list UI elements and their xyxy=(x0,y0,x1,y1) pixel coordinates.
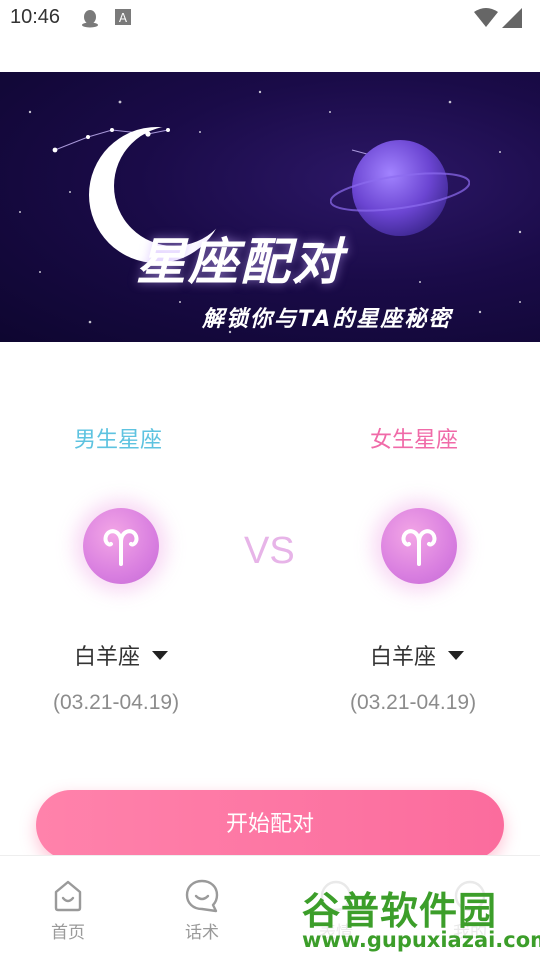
watermark-text: 谷普软件园 xyxy=(302,889,498,933)
qq-icon xyxy=(82,10,98,28)
status-bar: 10:46 A xyxy=(0,0,540,36)
male-sign-range: (03.21-04.19) xyxy=(53,691,180,714)
vs-label: VS xyxy=(244,530,295,572)
home-smile-icon xyxy=(54,880,82,912)
tab-home-label: 首页 xyxy=(51,923,85,943)
banner: 星座配对 解锁你与TA的星座秘密 xyxy=(0,72,540,342)
female-sign-badge[interactable] xyxy=(381,508,457,584)
cellular-signal-icon xyxy=(502,8,522,28)
aries-icon xyxy=(103,529,139,566)
chevron-down-icon xyxy=(152,650,169,660)
male-sign-label: 男生星座 xyxy=(74,428,163,453)
wifi-icon xyxy=(474,8,498,27)
male-sign-select[interactable]: 白羊座 xyxy=(74,640,169,670)
female-sign-select[interactable]: 白羊座 xyxy=(370,640,465,670)
aries-icon xyxy=(401,529,437,566)
female-sign-range: (03.21-04.19) xyxy=(350,691,477,714)
app-a-icon: A xyxy=(115,9,131,25)
female-sign-name: 白羊座 xyxy=(370,645,437,670)
svg-text:A: A xyxy=(119,11,128,25)
tab-home[interactable]: 首页 xyxy=(28,878,108,943)
female-sign-label: 女生星座 xyxy=(370,428,459,453)
tab-scripts-label: 话术 xyxy=(185,923,219,943)
status-time: 10:46 xyxy=(10,6,61,28)
watermark-url: www.gupuxiazai.com xyxy=(302,928,540,952)
tab-scripts[interactable]: 话术 xyxy=(162,878,242,943)
watermark: 谷普软件园 www.gupuxiazai.com xyxy=(296,876,540,956)
male-sign-name: 白羊座 xyxy=(74,645,141,670)
banner-subtitle: 解锁你与TA的星座秘密 xyxy=(202,307,453,332)
banner-title: 星座配对 xyxy=(136,233,344,291)
male-sign-badge[interactable] xyxy=(83,508,159,584)
chevron-down-icon xyxy=(448,650,465,660)
start-match-button[interactable]: 开始配对 xyxy=(36,790,504,860)
planet-icon xyxy=(330,140,470,236)
chat-smile-icon xyxy=(185,879,219,913)
